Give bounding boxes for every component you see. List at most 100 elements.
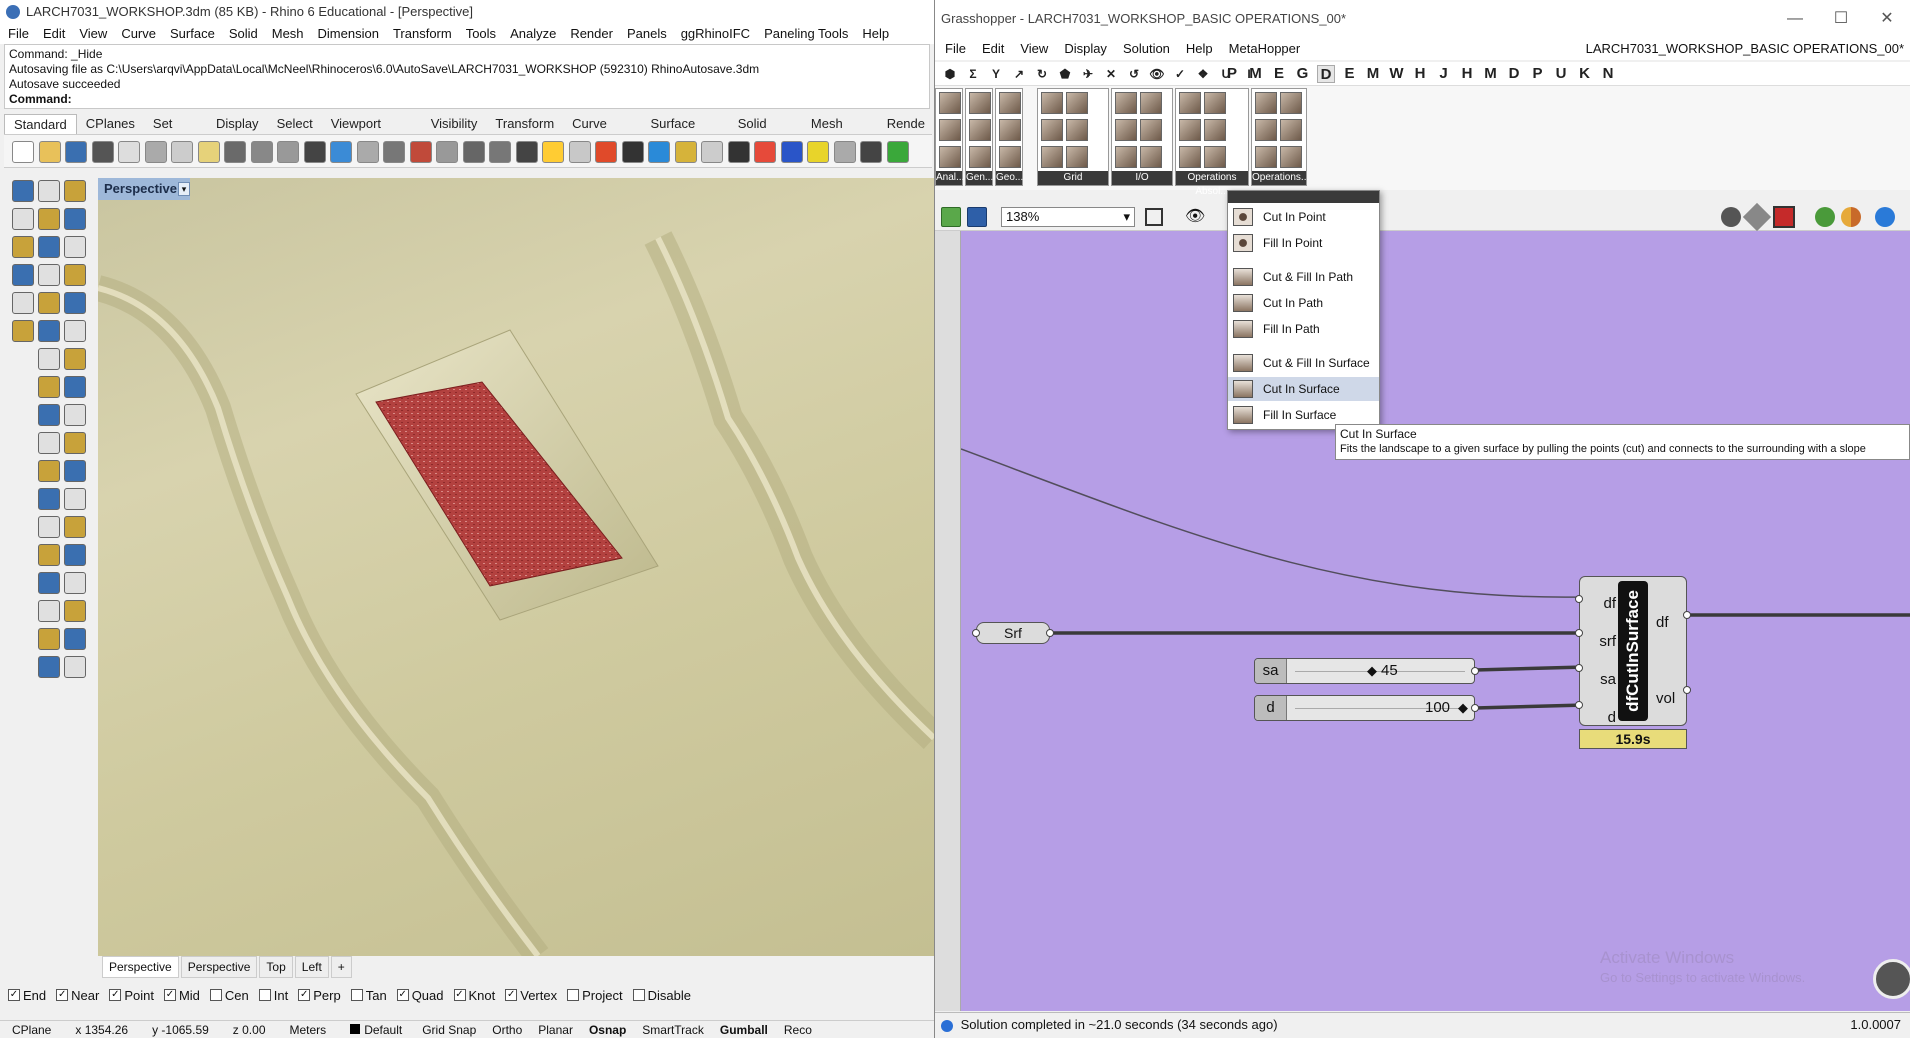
gh-tab-e-2[interactable]: E <box>1270 65 1288 83</box>
status-toggle-osnap[interactable]: Osnap <box>581 1023 634 1037</box>
preview-eye-icon[interactable]: 👁 <box>1185 208 1205 226</box>
srf-input-grip[interactable] <box>972 629 980 637</box>
rhino-tab-curve-tools[interactable]: Curve Tools <box>563 114 641 151</box>
left-tool-3-2-icon[interactable] <box>64 264 86 286</box>
ribbon-geo-tool-0-0-icon[interactable] <box>999 92 1021 114</box>
left-tool-7-1-icon[interactable] <box>38 376 60 398</box>
toolbar-tool-13-icon[interactable] <box>330 141 352 163</box>
gh-menu-file[interactable]: File <box>945 38 966 60</box>
gh-canvas[interactable]: Srf sa ◆ 45 d 100 ◆ df srf sa d dfCutInS… <box>961 231 1910 1011</box>
left-tool-9-2-icon[interactable] <box>64 432 86 454</box>
left-tool-6-1-icon[interactable] <box>38 348 60 370</box>
osnap-point-checkbox[interactable]: ✓ <box>109 989 122 1001</box>
rhino-menu-dimension[interactable]: Dimension <box>318 24 379 44</box>
gh-tab-m-1[interactable]: M <box>1247 65 1265 83</box>
osnap-vertex[interactable]: ✓ Vertex <box>505 988 557 1003</box>
left-tool-1-1-icon[interactable] <box>38 208 60 230</box>
gh-tab-symbol-6-icon[interactable]: ⬟ <box>1056 65 1074 83</box>
osnap-project-checkbox[interactable] <box>567 989 580 1001</box>
left-tool-5-1-icon[interactable] <box>38 320 60 342</box>
left-tool-0-2-icon[interactable] <box>64 180 86 202</box>
rhino-tab-visibility[interactable]: Visibility <box>422 114 487 134</box>
ribbon-operations-absol-tool-1-0-icon[interactable] <box>1179 119 1201 141</box>
gh-tab-symbol-1-icon[interactable]: ⬢ <box>941 65 959 83</box>
gh-menu-view[interactable]: View <box>1020 38 1048 60</box>
preview-mode-icon[interactable] <box>1721 207 1741 227</box>
viewport-tab-left-3[interactable]: Left <box>294 956 329 978</box>
ribbon-gen-tool-0-0-icon[interactable] <box>969 92 991 114</box>
zoom-extents-icon[interactable] <box>1145 208 1163 226</box>
gh-tab-symbol-4-icon[interactable]: ↗ <box>1010 65 1028 83</box>
viewport-tab-perspective-1[interactable]: Perspective <box>180 956 258 978</box>
zoom-select[interactable]: 138% ▾ <box>1001 207 1135 227</box>
left-tool-5-2-icon[interactable] <box>64 320 86 342</box>
gh-tab-symbol-10-icon[interactable]: 👁 <box>1148 65 1166 83</box>
osnap-disable[interactable]: Disable <box>632 988 691 1003</box>
gh-tab-symbol-12-icon[interactable]: ❖ <box>1194 65 1212 83</box>
left-tool-9-1-icon[interactable] <box>38 432 60 454</box>
left-tool-13-1-icon[interactable] <box>38 544 60 566</box>
left-tool-10-2-icon[interactable] <box>64 460 86 482</box>
osnap-perp[interactable]: ✓ Perp <box>298 988 341 1003</box>
ribbon-operations-tool-0-1-icon[interactable] <box>1280 92 1302 114</box>
gh-tab-symbol-11-icon[interactable]: ✓ <box>1171 65 1189 83</box>
toolbar-tool-3-icon[interactable] <box>65 141 87 163</box>
gh-tab-symbol-8-icon[interactable]: ✕ <box>1102 65 1120 83</box>
status-cplane[interactable]: CPlane <box>0 1023 63 1037</box>
toolbar-tool-12-icon[interactable] <box>303 141 326 163</box>
viewport-tab-perspective-0[interactable]: Perspective <box>102 956 179 978</box>
shaded-preview-icon[interactable] <box>1773 206 1795 228</box>
left-tool-4-1-icon[interactable] <box>38 292 60 314</box>
left-tool-2-0-icon[interactable] <box>12 236 34 258</box>
sphere-orange-icon[interactable] <box>1841 207 1861 227</box>
gh-tab-p-13[interactable]: P <box>1529 65 1547 83</box>
rhino-menu-analyze[interactable]: Analyze <box>510 24 556 44</box>
wireframe-icon[interactable] <box>1742 202 1772 232</box>
rhino-tab-cplanes[interactable]: CPlanes <box>77 114 144 134</box>
left-tool-1-2-icon[interactable] <box>64 208 86 230</box>
toolbar-tool-20-icon[interactable] <box>515 141 538 163</box>
osnap-knot[interactable]: ✓ Knot <box>453 988 495 1003</box>
rhino-tab-solid-tools[interactable]: Solid Tools <box>729 114 802 151</box>
osnap-point[interactable]: ✓ Point <box>109 988 154 1003</box>
left-tool-12-1-icon[interactable] <box>38 516 60 538</box>
rhino-tab-rende[interactable]: Rende <box>878 114 934 134</box>
viewport-tab-top-2[interactable]: Top <box>259 956 293 978</box>
ribbon-operations-absol-tool-2-1-icon[interactable] <box>1204 146 1226 168</box>
ribbon-grid-tool-2-1-icon[interactable] <box>1066 146 1088 168</box>
left-tool-3-0-icon[interactable] <box>12 264 34 286</box>
ribbon-operations-absol-tool-0-1-icon[interactable] <box>1204 92 1226 114</box>
toolbar-tool-23-icon[interactable] <box>595 141 617 163</box>
ribbon-operations-absol-tool-0-0-icon[interactable] <box>1179 92 1201 114</box>
rhino-menu-tools[interactable]: Tools <box>466 24 496 44</box>
gh-menu-metahopper[interactable]: MetaHopper <box>1229 38 1301 60</box>
osnap-quad-checkbox[interactable]: ✓ <box>396 989 409 1001</box>
left-tool-10-1-icon[interactable] <box>38 460 60 482</box>
rhino-menu-view[interactable]: View <box>79 24 107 44</box>
ribbon-operations-tool-2-1-icon[interactable] <box>1280 146 1302 168</box>
ribbon-anal-tool-1-0-icon[interactable] <box>939 119 961 141</box>
ribbon-grid-tool-0-1-icon[interactable] <box>1066 92 1088 114</box>
gh-tab-k-15[interactable]: K <box>1576 65 1594 83</box>
gh-tab-n-16[interactable]: N <box>1599 65 1617 83</box>
toolbar-tool-7-icon[interactable] <box>171 141 193 163</box>
rhino-tab-transform[interactable]: Transform <box>486 114 563 134</box>
dropdown-item-fill-in-point[interactable]: Fill In Point <box>1228 231 1379 255</box>
dropdown-item-cut-in-surface[interactable]: Cut In Surface <box>1228 377 1379 401</box>
dropdown-item-cut-fill-in-surface[interactable]: Cut & Fill In Surface <box>1228 351 1379 375</box>
perspective-viewport[interactable]: Perspective ▾ <box>98 178 934 956</box>
toolbar-tool-11-icon[interactable] <box>277 141 299 163</box>
input-srf-grip[interactable] <box>1575 629 1583 637</box>
left-tool-8-1-icon[interactable] <box>38 404 60 426</box>
left-tool-14-1-icon[interactable] <box>38 572 60 594</box>
gh-tab-w-7[interactable]: W <box>1388 65 1406 83</box>
status-layer[interactable]: Default <box>338 1023 414 1037</box>
status-toggle-gumball[interactable]: Gumball <box>712 1023 776 1037</box>
gh-menu-edit[interactable]: Edit <box>982 38 1004 60</box>
sphere-green-icon[interactable] <box>1815 207 1835 227</box>
ribbon-i-o-tool-0-0-icon[interactable] <box>1115 92 1137 114</box>
gh-tab-h-8[interactable]: H <box>1411 65 1429 83</box>
osnap-quad[interactable]: ✓ Quad <box>396 988 444 1003</box>
osnap-near-checkbox[interactable]: ✓ <box>56 989 69 1001</box>
osnap-mid-checkbox[interactable]: ✓ <box>163 989 176 1001</box>
